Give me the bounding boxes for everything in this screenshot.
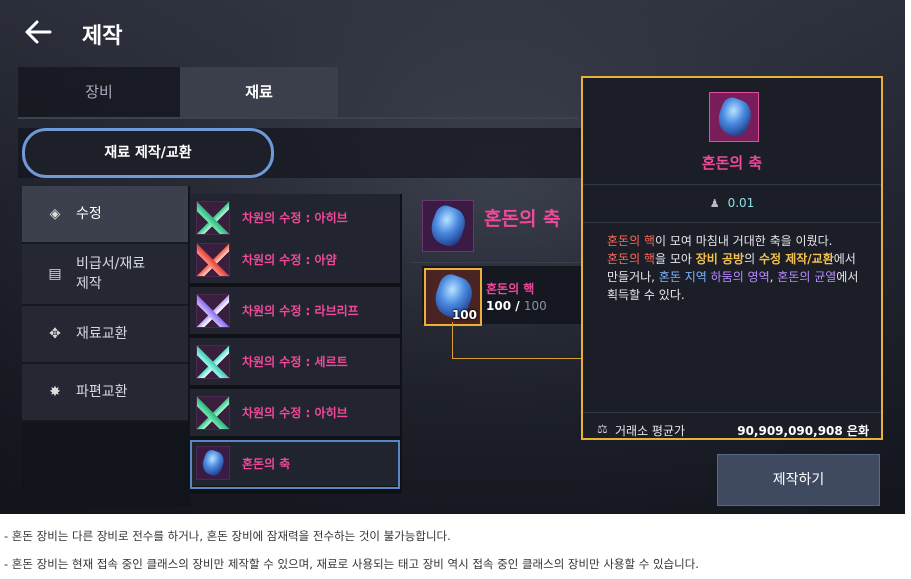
desc-part: 하둠의 영역 <box>710 270 770 284</box>
item-list: 차원의 수정 : 아히브 차원의 수정 : 아얌 차원의 수정 : 라브리프 차… <box>190 194 402 494</box>
desc-part: 혼돈의 핵 <box>607 252 655 266</box>
green-crystal-icon <box>196 395 230 430</box>
item-tooltip: 혼돈의 축 ♟ 0.01 혼돈의 핵이 모여 마침내 거대한 축을 이뤘다. 혼돈의… <box>581 76 883 440</box>
red-crystal-icon <box>196 242 230 277</box>
category-book-material[interactable]: ▤ 비급서/재료 제작 <box>22 244 188 306</box>
list-item-selected[interactable]: 혼돈의 축 <box>190 440 400 489</box>
scale-icon: ⚖ <box>597 422 608 436</box>
desc-part: 을 모아 <box>654 252 696 266</box>
tab-materials[interactable]: 재료 <box>180 67 338 117</box>
price-value: 90,909,090,908 은화 <box>737 424 869 438</box>
item-name: 혼돈의 축 <box>242 456 291 471</box>
market-price: ⚖ 거래소 평균가 90,909,090,908 은화 <box>597 422 869 439</box>
list-item[interactable]: 차원의 수정 : 세르트 <box>190 338 400 388</box>
divider <box>583 412 881 413</box>
item-name: 차원의 수정 : 세르트 <box>242 355 348 369</box>
chaos-gem-icon <box>422 200 474 252</box>
tab-equipment[interactable]: 장비 <box>18 67 180 117</box>
category-label: 비급서/재료 제작 <box>76 256 146 292</box>
game-screen: 제작 장비 재료 재료 제작/교환 ◈ 수정 ▤ 비급서/재료 제작 ✥ 재료교… <box>0 0 905 514</box>
desc-part: 이 모여 마침내 거대한 축을 이뤘다. <box>654 234 833 248</box>
craft-button[interactable]: 제작하기 <box>717 454 880 506</box>
tab-divider <box>18 117 578 119</box>
category-crystal[interactable]: ◈ 수정 <box>22 186 188 244</box>
detail-item-name: 혼돈의 축 <box>484 208 561 230</box>
material-need: 100 <box>523 299 547 313</box>
item-weight: ♟ 0.01 <box>583 196 881 210</box>
header: 제작 <box>0 0 905 62</box>
material-quantity: 100 / 100 <box>486 299 547 313</box>
lotus-icon: ✥ <box>49 326 61 342</box>
desc-part: 혼돈의 핵 <box>607 234 655 248</box>
page-title: 제작 <box>82 24 123 49</box>
weight-value: 0.01 <box>727 196 755 210</box>
category-material-exchange[interactable]: ✥ 재료교환 <box>22 306 188 364</box>
desc-part: 장비 공방 <box>695 252 745 266</box>
desc-part: 혼돈 지역 <box>658 270 707 284</box>
tooltip-connector <box>452 322 583 359</box>
material-slash: / <box>515 299 524 313</box>
cyan-crystal-icon <box>196 344 230 379</box>
desc-part: 의 <box>744 252 759 266</box>
green-crystal-icon <box>196 200 230 235</box>
weight-icon: ♟ <box>709 197 720 210</box>
chaos-gem-icon <box>709 92 759 142</box>
material-count: 100 <box>451 308 477 322</box>
desc-part: 수정 제작/교환 <box>758 252 834 266</box>
notes: - 혼돈 장비는 다른 장비로 전수를 하거나, 혼돈 장비에 잠재력을 전수하… <box>4 522 904 578</box>
crystal-icon: ◈ <box>49 206 61 222</box>
item-name: 차원의 수정 : 아히브 <box>242 406 348 420</box>
scroll-icon: ▤ <box>48 266 62 282</box>
category-label: 파편교환 <box>76 384 128 400</box>
note-line: - 혼돈 장비는 현재 접속 중인 클래스의 장비만 제작할 수 있으며, 재료… <box>4 557 699 571</box>
category-label: 수정 <box>76 206 102 222</box>
material-name: 혼돈의 핵 <box>486 282 535 296</box>
list-item[interactable]: 차원의 수정 : 아얌 <box>190 236 400 286</box>
list-item[interactable]: 차원의 수정 : 아히브 <box>190 389 400 439</box>
tooltip-item-name: 혼돈의 축 <box>701 154 763 172</box>
chaos-core-icon[interactable]: 100 <box>424 268 482 326</box>
desc-part: 혼돈의 균열 <box>777 270 837 284</box>
item-name: 차원의 수정 : 라브리프 <box>242 304 359 318</box>
material-have: 100 <box>486 299 512 313</box>
note-line: - 혼돈 장비는 다른 장비로 전수를 하거나, 혼돈 장비에 잠재력을 전수하… <box>4 529 451 543</box>
item-description: 혼돈의 핵이 모여 마침내 거대한 축을 이뤘다. 혼돈의 핵을 모아 장비 공방… <box>607 232 869 304</box>
category-shard-exchange[interactable]: ✸ 파편교환 <box>22 364 188 422</box>
purple-crystal-icon <box>196 293 230 328</box>
divider <box>412 262 584 263</box>
category-label: 재료교환 <box>76 326 128 342</box>
price-label: 거래소 평균가 <box>615 424 686 438</box>
chaos-gem-icon <box>196 446 230 480</box>
subtab-material-craft-exchange[interactable]: 재료 제작/교환 <box>22 128 274 178</box>
list-item[interactable]: 차원의 수정 : 라브리프 <box>190 287 400 337</box>
divider <box>583 184 881 185</box>
item-name: 차원의 수정 : 아히브 <box>242 211 348 225</box>
back-arrow-icon[interactable] <box>22 16 54 48</box>
shard-icon: ✸ <box>49 384 61 400</box>
category-list: ◈ 수정 ▤ 비급서/재료 제작 ✥ 재료교환 ✸ 파편교환 <box>22 186 190 506</box>
divider <box>583 222 881 223</box>
item-name: 차원의 수정 : 아얌 <box>242 253 337 267</box>
